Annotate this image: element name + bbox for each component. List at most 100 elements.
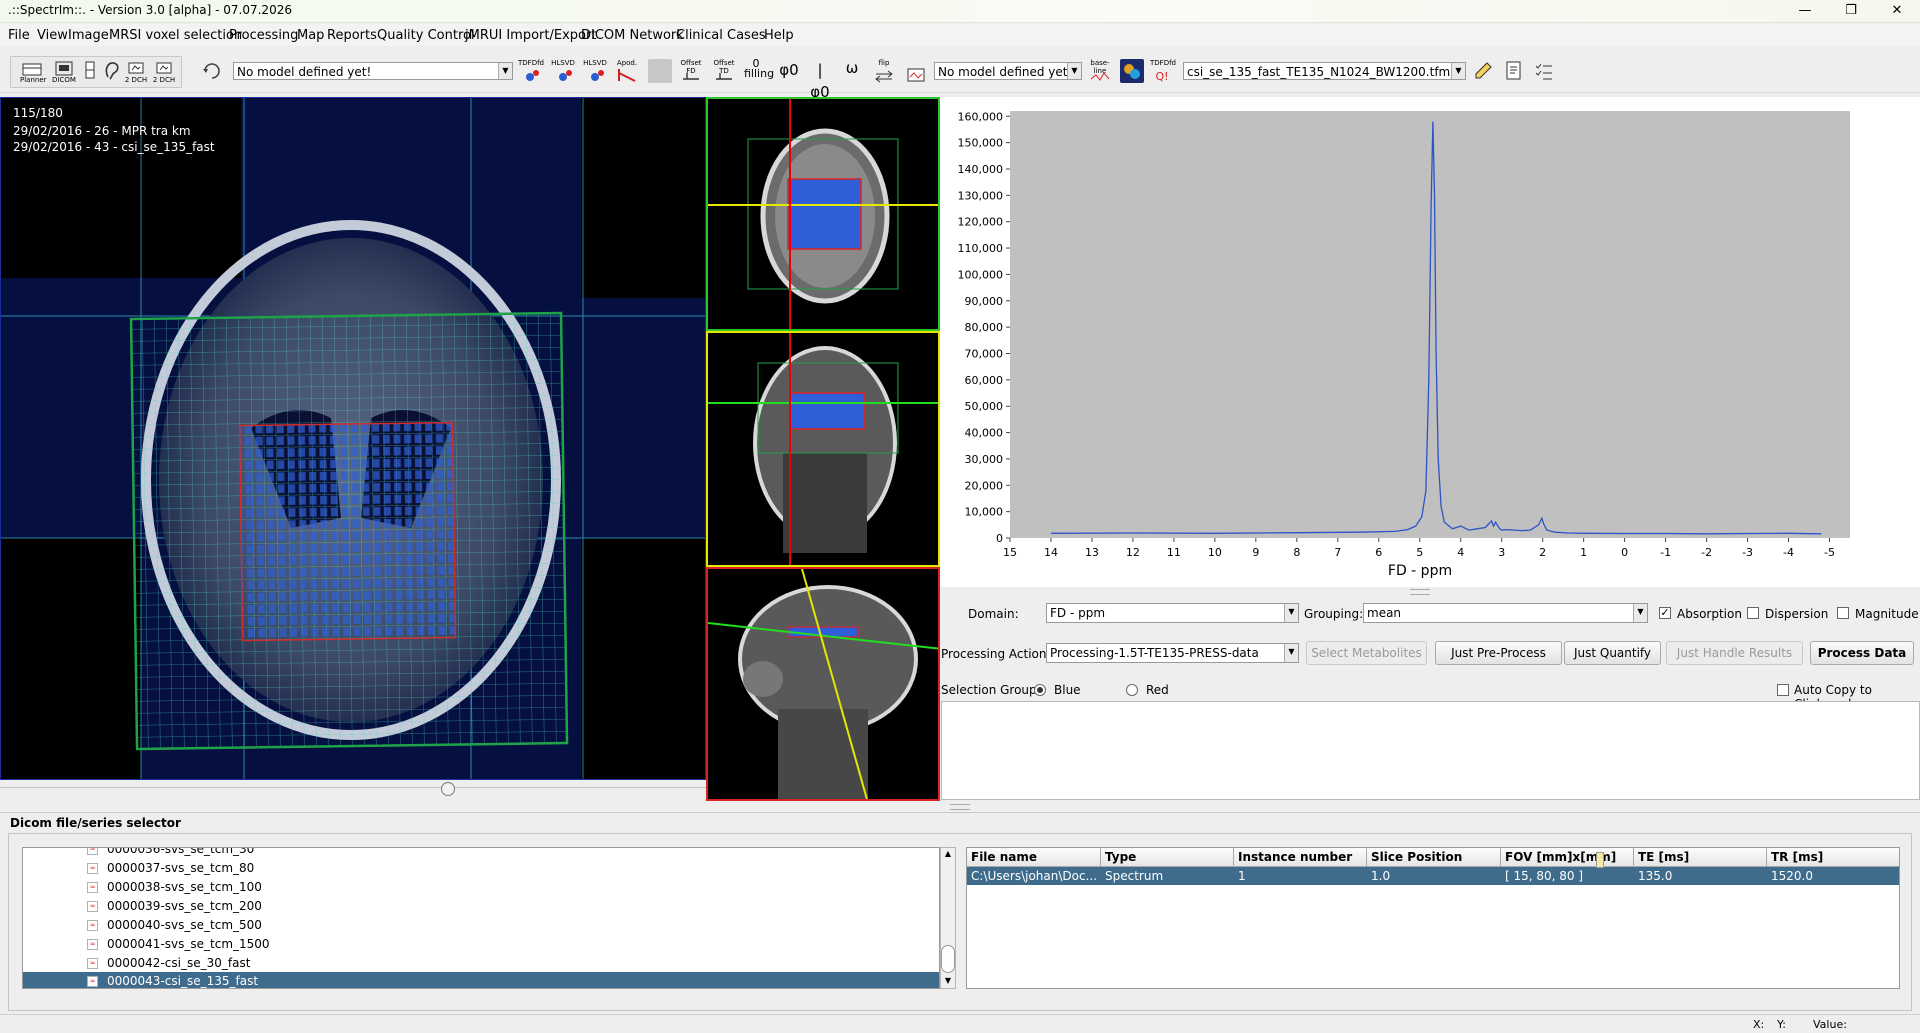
- dicom-icon[interactable]: DICOM: [52, 59, 76, 84]
- lcmodel-icon[interactable]: [1120, 59, 1144, 83]
- axial-mri-image[interactable]: [1, 98, 706, 780]
- tree-item[interactable]: ≈0000037-svs_se_tcm_80: [23, 859, 939, 878]
- just-quantify-button[interactable]: Just Quantify: [1564, 641, 1661, 665]
- flip-icon[interactable]: flip: [872, 59, 896, 83]
- tree-vertical-scrollbar[interactable]: ▲ ▼: [940, 847, 956, 989]
- x-tick-label: -2: [1701, 546, 1712, 559]
- edit-icon[interactable]: [1471, 59, 1495, 83]
- ear-icon[interactable]: [100, 59, 124, 83]
- scroll-down-arrow[interactable]: ▼: [942, 976, 954, 985]
- tree-item[interactable]: ≈0000036-svs_se_tcm_30: [23, 848, 939, 859]
- apod-icon[interactable]: Apod.: [615, 59, 639, 83]
- tree-item[interactable]: ≈0000041-svs_se_tcm_1500: [23, 935, 939, 954]
- column-header-type[interactable]: Type: [1101, 848, 1234, 867]
- rotate-icon[interactable]: [200, 59, 224, 83]
- sagittal-thumbnail[interactable]: [706, 567, 940, 801]
- cell-instance-number: 1: [1238, 869, 1246, 883]
- results-text-area[interactable]: [941, 701, 1920, 800]
- red-radio[interactable]: [1126, 684, 1138, 696]
- x-tick-label: -1: [1660, 546, 1671, 559]
- menu-map[interactable]: Map: [297, 28, 324, 43]
- axial-thumbnail[interactable]: [706, 97, 940, 331]
- menu-clinical-cases[interactable]: Clinical Cases: [676, 28, 766, 43]
- column-header-tr[interactable]: TR [ms]: [1767, 848, 1899, 867]
- menu-image[interactable]: Image: [68, 28, 109, 43]
- y-tick-label: 40,000: [965, 427, 1004, 440]
- just-handle-results-button[interactable]: Just Handle Results: [1666, 641, 1803, 665]
- offset-fd-icon[interactable]: Offset FD: [679, 59, 703, 83]
- file-combo[interactable]: csi_se_135_fast_TE135_N1024_BW1200.tfm ▼: [1183, 62, 1466, 80]
- magnitude-checkbox[interactable]: [1837, 607, 1849, 619]
- x-axis-label: FD - ppm: [1388, 563, 1452, 579]
- column-resize-handle[interactable]: [1596, 852, 1604, 868]
- close-button[interactable]: ✕: [1876, 0, 1918, 22]
- menu-help[interactable]: Help: [764, 28, 794, 43]
- column-header-slice-position[interactable]: Slice Position [mm]: [1367, 848, 1501, 883]
- coronal-thumbnail[interactable]: [706, 331, 940, 567]
- minimize-button[interactable]: —: [1784, 0, 1826, 22]
- tree-item[interactable]: ≈0000040-svs_se_tcm_500: [23, 916, 939, 935]
- menu-processing[interactable]: Processing: [229, 28, 298, 43]
- spectrum-chart[interactable]: 0 10,000 20,000 30,000 40,000 50,000 60,000 70,…: [940, 97, 1920, 587]
- menu-reports[interactable]: Reports: [327, 28, 377, 43]
- tree-item[interactable]: ≈0000042-csi_se_30_fast: [23, 954, 939, 973]
- dispersion-checkbox[interactable]: [1747, 607, 1759, 619]
- baseline-icon[interactable]: base-line: [1088, 59, 1112, 83]
- blank-icon[interactable]: [648, 59, 672, 83]
- grouping-select[interactable]: mean ▼: [1363, 603, 1648, 623]
- y-tick-label: 110,000: [958, 242, 1004, 255]
- main-image-view[interactable]: 115/180 29/02/2016 - 26 - MPR tra km 29/…: [0, 97, 706, 780]
- y-tick-label: 120,000: [958, 216, 1004, 229]
- menu-file[interactable]: File: [8, 28, 30, 43]
- phi0-auto-icon[interactable]: |φ0: [808, 59, 832, 101]
- 2dch-icon[interactable]: 2 DCH: [124, 59, 148, 84]
- baseline-flip-icon[interactable]: [904, 59, 928, 83]
- splitter-handle-2[interactable]: [950, 804, 970, 810]
- menu-jmrui-import-export[interactable]: jMRUI Import/Export: [465, 28, 596, 43]
- planner-icon[interactable]: Planner: [20, 59, 47, 84]
- layout-icon[interactable]: [78, 59, 102, 83]
- omega-icon[interactable]: ω: [840, 59, 864, 83]
- menu-view[interactable]: View: [37, 28, 68, 43]
- process-data-button[interactable]: Process Data: [1810, 641, 1914, 665]
- select-metabolites-button[interactable]: Select Metabolites: [1306, 641, 1427, 665]
- hlsvd2-icon[interactable]: HLSVD: [583, 59, 607, 83]
- tdfdfd-q-icon[interactable]: TDFDfd Q!: [1150, 59, 1176, 83]
- model-combo[interactable]: No model defined yet! ▼: [233, 62, 513, 80]
- splitter-handle[interactable]: [1410, 589, 1430, 595]
- 2dch-alt-icon[interactable]: 2 DCH: [152, 59, 176, 84]
- domain-select[interactable]: FD - ppm ▼: [1046, 603, 1299, 623]
- just-preprocess-button[interactable]: Just Pre-Process: [1435, 641, 1562, 665]
- model-combo-2[interactable]: No model defined yet! ▼: [934, 62, 1082, 80]
- slice-slider-thumb[interactable]: [441, 782, 455, 796]
- tree-item[interactable]: ≈0000039-svs_se_tcm_200: [23, 897, 939, 916]
- checklist-icon[interactable]: [1532, 59, 1556, 83]
- menu-dicom-network[interactable]: DICOM Network: [581, 28, 684, 43]
- auto-copy-checkbox[interactable]: [1777, 684, 1789, 696]
- tree-item-selected[interactable]: ≈0000043-csi_se_135_fast: [23, 972, 939, 988]
- slice-slider-track[interactable]: [0, 780, 706, 796]
- blue-radio[interactable]: [1034, 684, 1046, 696]
- column-header-instance-number[interactable]: Instance number: [1234, 848, 1367, 867]
- hlsvd-icon[interactable]: HLSVD: [551, 59, 575, 83]
- dicom-file-table[interactable]: File name Type Instance number Slice Pos…: [966, 847, 1900, 989]
- menu-mrsi-voxel-selection[interactable]: MRSI voxel selection: [109, 28, 242, 43]
- tree-item[interactable]: ≈0000038-svs_se_tcm_100: [23, 878, 939, 897]
- x-tick-label: 5: [1416, 546, 1423, 559]
- menu-quality-control[interactable]: Quality Control: [377, 28, 475, 43]
- phi0-icon[interactable]: φ0: [777, 59, 801, 83]
- offset-td-icon[interactable]: Offset TD: [712, 59, 736, 83]
- column-header-fov[interactable]: FOV [mm]x[mm]: [1501, 848, 1634, 867]
- maximize-button[interactable]: ❐: [1830, 0, 1872, 22]
- column-header-te[interactable]: TE [ms]: [1634, 848, 1767, 867]
- scroll-up-arrow[interactable]: ▲: [942, 849, 954, 858]
- column-header-file-name[interactable]: File name: [967, 848, 1101, 867]
- tdfdfd-icon[interactable]: TDFDfd: [518, 59, 544, 83]
- cell-tr: 1520.0: [1771, 869, 1813, 883]
- dicom-series-tree[interactable]: ≈0000036-svs_se_tcm_30 ≈0000037-svs_se_t…: [22, 847, 940, 989]
- absorption-checkbox[interactable]: ✓: [1659, 607, 1671, 619]
- processing-action-select[interactable]: Processing-1.5T-TE135-PRESS-data ▼: [1046, 643, 1299, 663]
- report-icon[interactable]: [1502, 59, 1526, 83]
- zero-filling-icon[interactable]: 0 filling: [744, 58, 774, 83]
- scroll-thumb[interactable]: [941, 945, 955, 973]
